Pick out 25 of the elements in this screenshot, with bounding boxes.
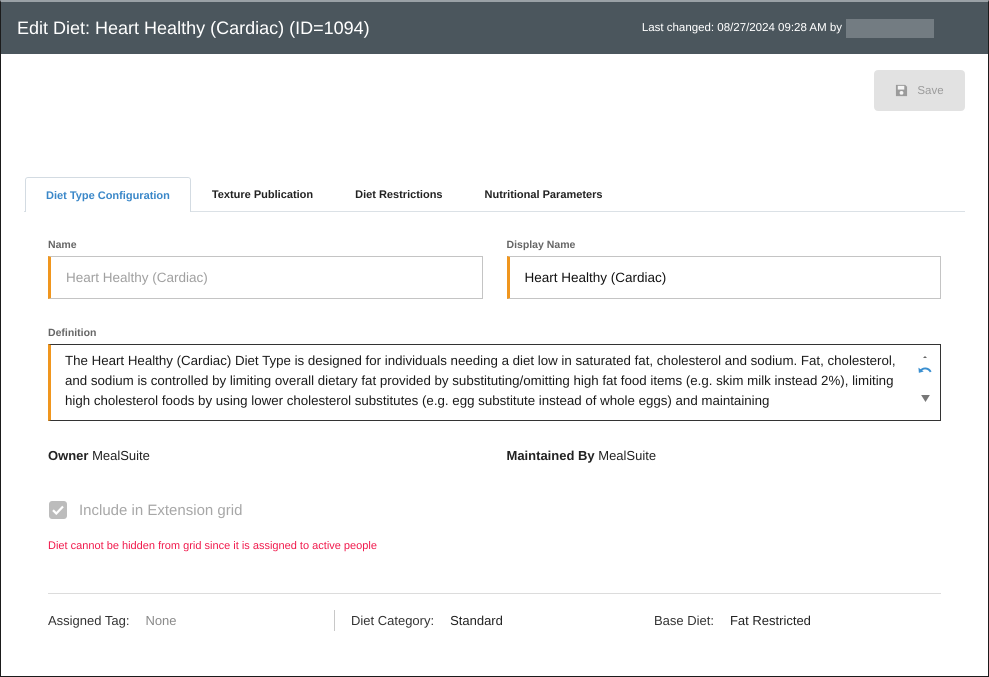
ownership-text: Maintained By MealSuite (506, 448, 658, 463)
error-message: Diet cannot be hidden from grid since it is assigned to active people (48, 540, 378, 552)
scroll-down-icon[interactable] (920, 395, 930, 402)
ownership-text: Owner MealSuite (48, 448, 151, 463)
checkbox-label: Include in Extension grid (79, 502, 242, 518)
definition-textarea[interactable] (48, 344, 941, 421)
summary-label: Base Diet: (654, 613, 714, 628)
tab[interactable]: Texture Publication (190, 177, 334, 212)
summary-label: Assigned Tag: (48, 613, 130, 628)
text-field[interactable]: Heart Healthy (Cardiac) (506, 256, 941, 299)
field-label: Name (48, 239, 78, 251)
page-title: Edit Diet: Heart Healthy (Cardiac) (ID=1094) (17, 18, 370, 38)
summary-value: Fat Restricted (730, 613, 811, 628)
checkmark-icon (52, 505, 64, 515)
scroll-up-icon[interactable] (923, 356, 927, 358)
field-label: Definition (48, 327, 98, 339)
last-changed-text: Last changed: 08/27/2024 09:28 AM by (642, 22, 842, 34)
summary-value: Standard (450, 613, 503, 628)
definition-text: The Heart Healthy (Cardiac) Diet Type is designed for individuals needing a diet low in saturated fat, cholesterol and sodium. Fat, cholesterol, and sodium is controlled by limiting overall dietary fat provided by substituting/omitting high fat food items (e.g. skim milk instead 2%), limiting high cholesterol foods by using lower cholesterol substitutes (e.g. egg substitute instead of whole eggs) and maintaining (65, 352, 897, 410)
summary-value: None (145, 613, 177, 628)
tab[interactable]: Diet Restrictions (334, 177, 464, 212)
summary-label: Diet Category: (351, 613, 434, 628)
tab[interactable]: Diet Type Configuration (25, 177, 191, 212)
field-label: Display Name (506, 239, 576, 251)
tab[interactable]: Nutritional Parameters (464, 177, 624, 212)
